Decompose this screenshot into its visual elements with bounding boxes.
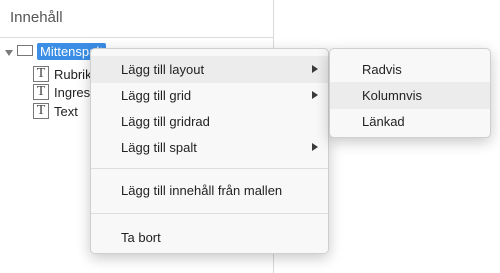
tree-item-label: Text	[54, 103, 78, 119]
menu-item-label: Ta bort	[121, 230, 161, 245]
menu-item-add-layout[interactable]: Lägg till layout	[91, 56, 328, 83]
menu-item-delete[interactable]: Ta bort	[91, 224, 328, 251]
expand-triangle-icon[interactable]	[4, 46, 14, 56]
text-icon: T	[33, 66, 49, 82]
container-icon	[17, 45, 34, 57]
text-icon: T	[33, 103, 49, 119]
submenu-item-radvis[interactable]: Radvis	[330, 56, 490, 83]
tree-item-rubrik[interactable]: T Rubrik	[33, 65, 92, 83]
submenu-item-label: Radvis	[362, 62, 402, 77]
menu-item-label: Lägg till grid	[121, 88, 192, 103]
submenu-item-label: Länkad	[362, 114, 405, 129]
submenu-item-lankad[interactable]: Länkad	[330, 108, 490, 135]
layout-submenu: Radvis Kolumnvis Länkad	[329, 48, 491, 138]
menu-separator	[91, 168, 328, 169]
menu-item-add-grid[interactable]: Lägg till grid	[91, 82, 328, 109]
tree-item-label: Rubrik	[54, 66, 92, 82]
menu-item-label: Lägg till innehåll från mallen	[121, 183, 283, 198]
tree-item-ingress[interactable]: T Ingress	[33, 83, 97, 101]
submenu-item-kolumnvis[interactable]: Kolumnvis	[330, 82, 490, 109]
submenu-arrow-icon	[312, 143, 318, 151]
panel-title: Innehåll	[10, 9, 63, 26]
menu-item-add-column[interactable]: Lägg till spalt	[91, 134, 328, 161]
context-menu: Lägg till layout Lägg till grid Lägg til…	[90, 48, 329, 254]
submenu-arrow-icon	[312, 91, 318, 99]
menu-item-add-grid-row[interactable]: Lägg till gridrad	[91, 108, 328, 135]
menu-item-label: Lägg till layout	[121, 62, 205, 77]
menu-separator	[91, 213, 328, 214]
menu-item-label: Lägg till gridrad	[121, 114, 210, 129]
panel-header: Innehåll	[0, 0, 274, 38]
tree-item-text[interactable]: T Text	[33, 102, 78, 120]
menu-item-label: Lägg till spalt	[121, 140, 197, 155]
menu-item-add-from-template[interactable]: Lägg till innehåll från mallen	[91, 177, 328, 204]
submenu-item-label: Kolumnvis	[362, 88, 422, 103]
submenu-arrow-icon	[312, 65, 318, 73]
text-icon: T	[33, 84, 49, 100]
